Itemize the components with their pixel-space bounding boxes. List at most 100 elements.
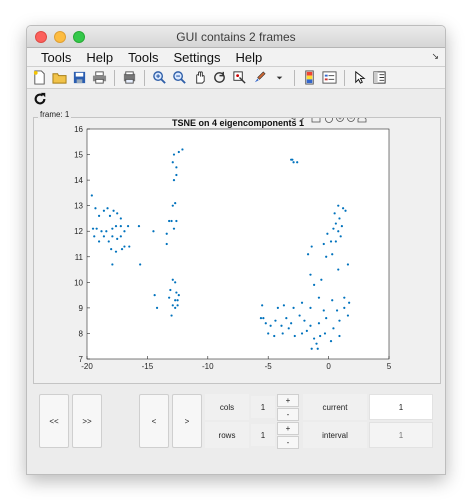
scatter-point (309, 324, 312, 327)
scatter-point (325, 317, 328, 320)
scatter-point (292, 161, 295, 164)
scatter-point (172, 153, 176, 156)
new-file-icon[interactable] (31, 69, 48, 86)
scatter-point (176, 304, 179, 307)
scatter-point (97, 240, 101, 243)
print-icon[interactable] (91, 69, 108, 86)
y-tick-label: 16 (74, 125, 83, 134)
y-tick-label: 7 (79, 355, 84, 364)
scatter-chart[interactable]: -20 -15 -10 -5 0 5 7 8 9 10 11 12 13 14 15 16 TSNE on 4… (34, 118, 440, 383)
scatter-point (111, 235, 114, 238)
data-cursor-icon[interactable] (231, 69, 248, 86)
scatter-point (176, 299, 179, 302)
pan-icon[interactable] (191, 69, 208, 86)
scatter-point (320, 278, 323, 281)
scatter-point (317, 296, 321, 299)
colorbar-icon[interactable] (301, 69, 318, 86)
scatter-point (343, 306, 346, 309)
scatter-point (128, 245, 131, 248)
interval-input[interactable]: 1 (369, 422, 433, 448)
scatter-point (300, 332, 304, 335)
scatter-point (172, 227, 176, 230)
x-tick-label: -20 (81, 362, 93, 371)
scatter-point (338, 217, 341, 220)
first-frame-button[interactable]: << (39, 394, 69, 448)
window-title: GUI contains 2 frames (176, 29, 296, 44)
close-window-button[interactable] (35, 31, 47, 43)
brush-icon[interactable] (251, 69, 268, 86)
dock-arrow-icon[interactable]: ↘ (431, 51, 439, 62)
scatter-point (335, 309, 339, 312)
legend-icon[interactable] (321, 69, 338, 86)
scatter-point (175, 291, 178, 294)
scatter-point (274, 319, 277, 322)
scatter-point (126, 225, 130, 228)
fast-forward-button[interactable]: >> (72, 394, 102, 448)
scatter-point (331, 299, 334, 302)
zoom-in-icon[interactable] (151, 69, 168, 86)
refresh-icon[interactable] (31, 91, 48, 108)
rows-value[interactable]: 1 (251, 424, 275, 446)
scatter-point (102, 209, 106, 212)
scatter-point (107, 240, 110, 243)
y-tick-label: 10 (74, 278, 83, 287)
x-tick-label: -10 (202, 362, 214, 371)
next-frame-button[interactable]: > (172, 394, 202, 448)
menu-tools[interactable]: Tools (33, 50, 78, 65)
zoom-out-icon[interactable] (171, 69, 188, 86)
home-icon[interactable] (357, 118, 367, 123)
scatter-point (338, 319, 341, 322)
rows-decrement-button[interactable]: - (277, 436, 299, 449)
property-editor-icon[interactable] (371, 69, 388, 86)
scatter-point (114, 225, 118, 228)
menu-settings[interactable]: Settings (165, 50, 227, 65)
scatter-point (348, 301, 351, 304)
scatter-point (346, 263, 350, 266)
print-preview-icon[interactable] (121, 69, 138, 86)
scatter-point (317, 322, 321, 325)
scatter-point (325, 255, 328, 258)
previous-frame-button[interactable]: < (139, 394, 169, 448)
cols-decrement-button[interactable]: - (277, 408, 299, 421)
save-icon[interactable] (71, 69, 88, 86)
scatter-point (346, 314, 350, 317)
scatter-point (91, 227, 95, 230)
scatter-point (261, 304, 264, 307)
rows-increment-button[interactable]: + (277, 422, 299, 435)
scatter-point (309, 273, 312, 276)
scatter-point (175, 166, 178, 169)
cols-increment-button[interactable]: + (277, 394, 299, 407)
data-tips-icon[interactable] (311, 118, 321, 123)
scatter-point (155, 306, 159, 309)
pointer-icon[interactable] (351, 69, 368, 86)
menu-help-2[interactable]: Help (227, 50, 269, 65)
cols-value[interactable]: 1 (251, 396, 275, 418)
scatter-point (114, 250, 118, 253)
rotate-icon[interactable] (211, 69, 228, 86)
chevron-down-icon[interactable] (271, 69, 288, 86)
maximize-window-button[interactable] (73, 31, 85, 43)
scatter-point (175, 173, 178, 177)
scatter-point (269, 324, 272, 327)
scatter-point (276, 306, 279, 309)
pan-icon[interactable] (325, 118, 333, 123)
scatter-point (181, 148, 184, 151)
open-folder-icon[interactable] (51, 69, 68, 86)
scatter-point (334, 222, 337, 225)
menu-tools-2[interactable]: Tools (120, 50, 165, 65)
x-tick-label: 5 (387, 362, 392, 371)
scatter-point (319, 334, 322, 338)
app-window: GUI contains 2 frames Tools Help Tools S… (26, 25, 446, 475)
scatter-point (337, 230, 340, 233)
menu-help[interactable]: Help (78, 50, 120, 65)
scatter-point (110, 248, 113, 251)
scatter-point (329, 240, 333, 243)
current-label: current (303, 394, 367, 420)
current-frame-input[interactable]: 1 (369, 394, 433, 420)
scatter-point (343, 296, 346, 299)
scatter-point (172, 179, 176, 182)
scatter-point (333, 212, 336, 215)
minimize-window-button[interactable] (54, 31, 66, 43)
zoom-out-icon[interactable] (347, 118, 355, 122)
zoom-in-icon[interactable] (336, 118, 344, 122)
